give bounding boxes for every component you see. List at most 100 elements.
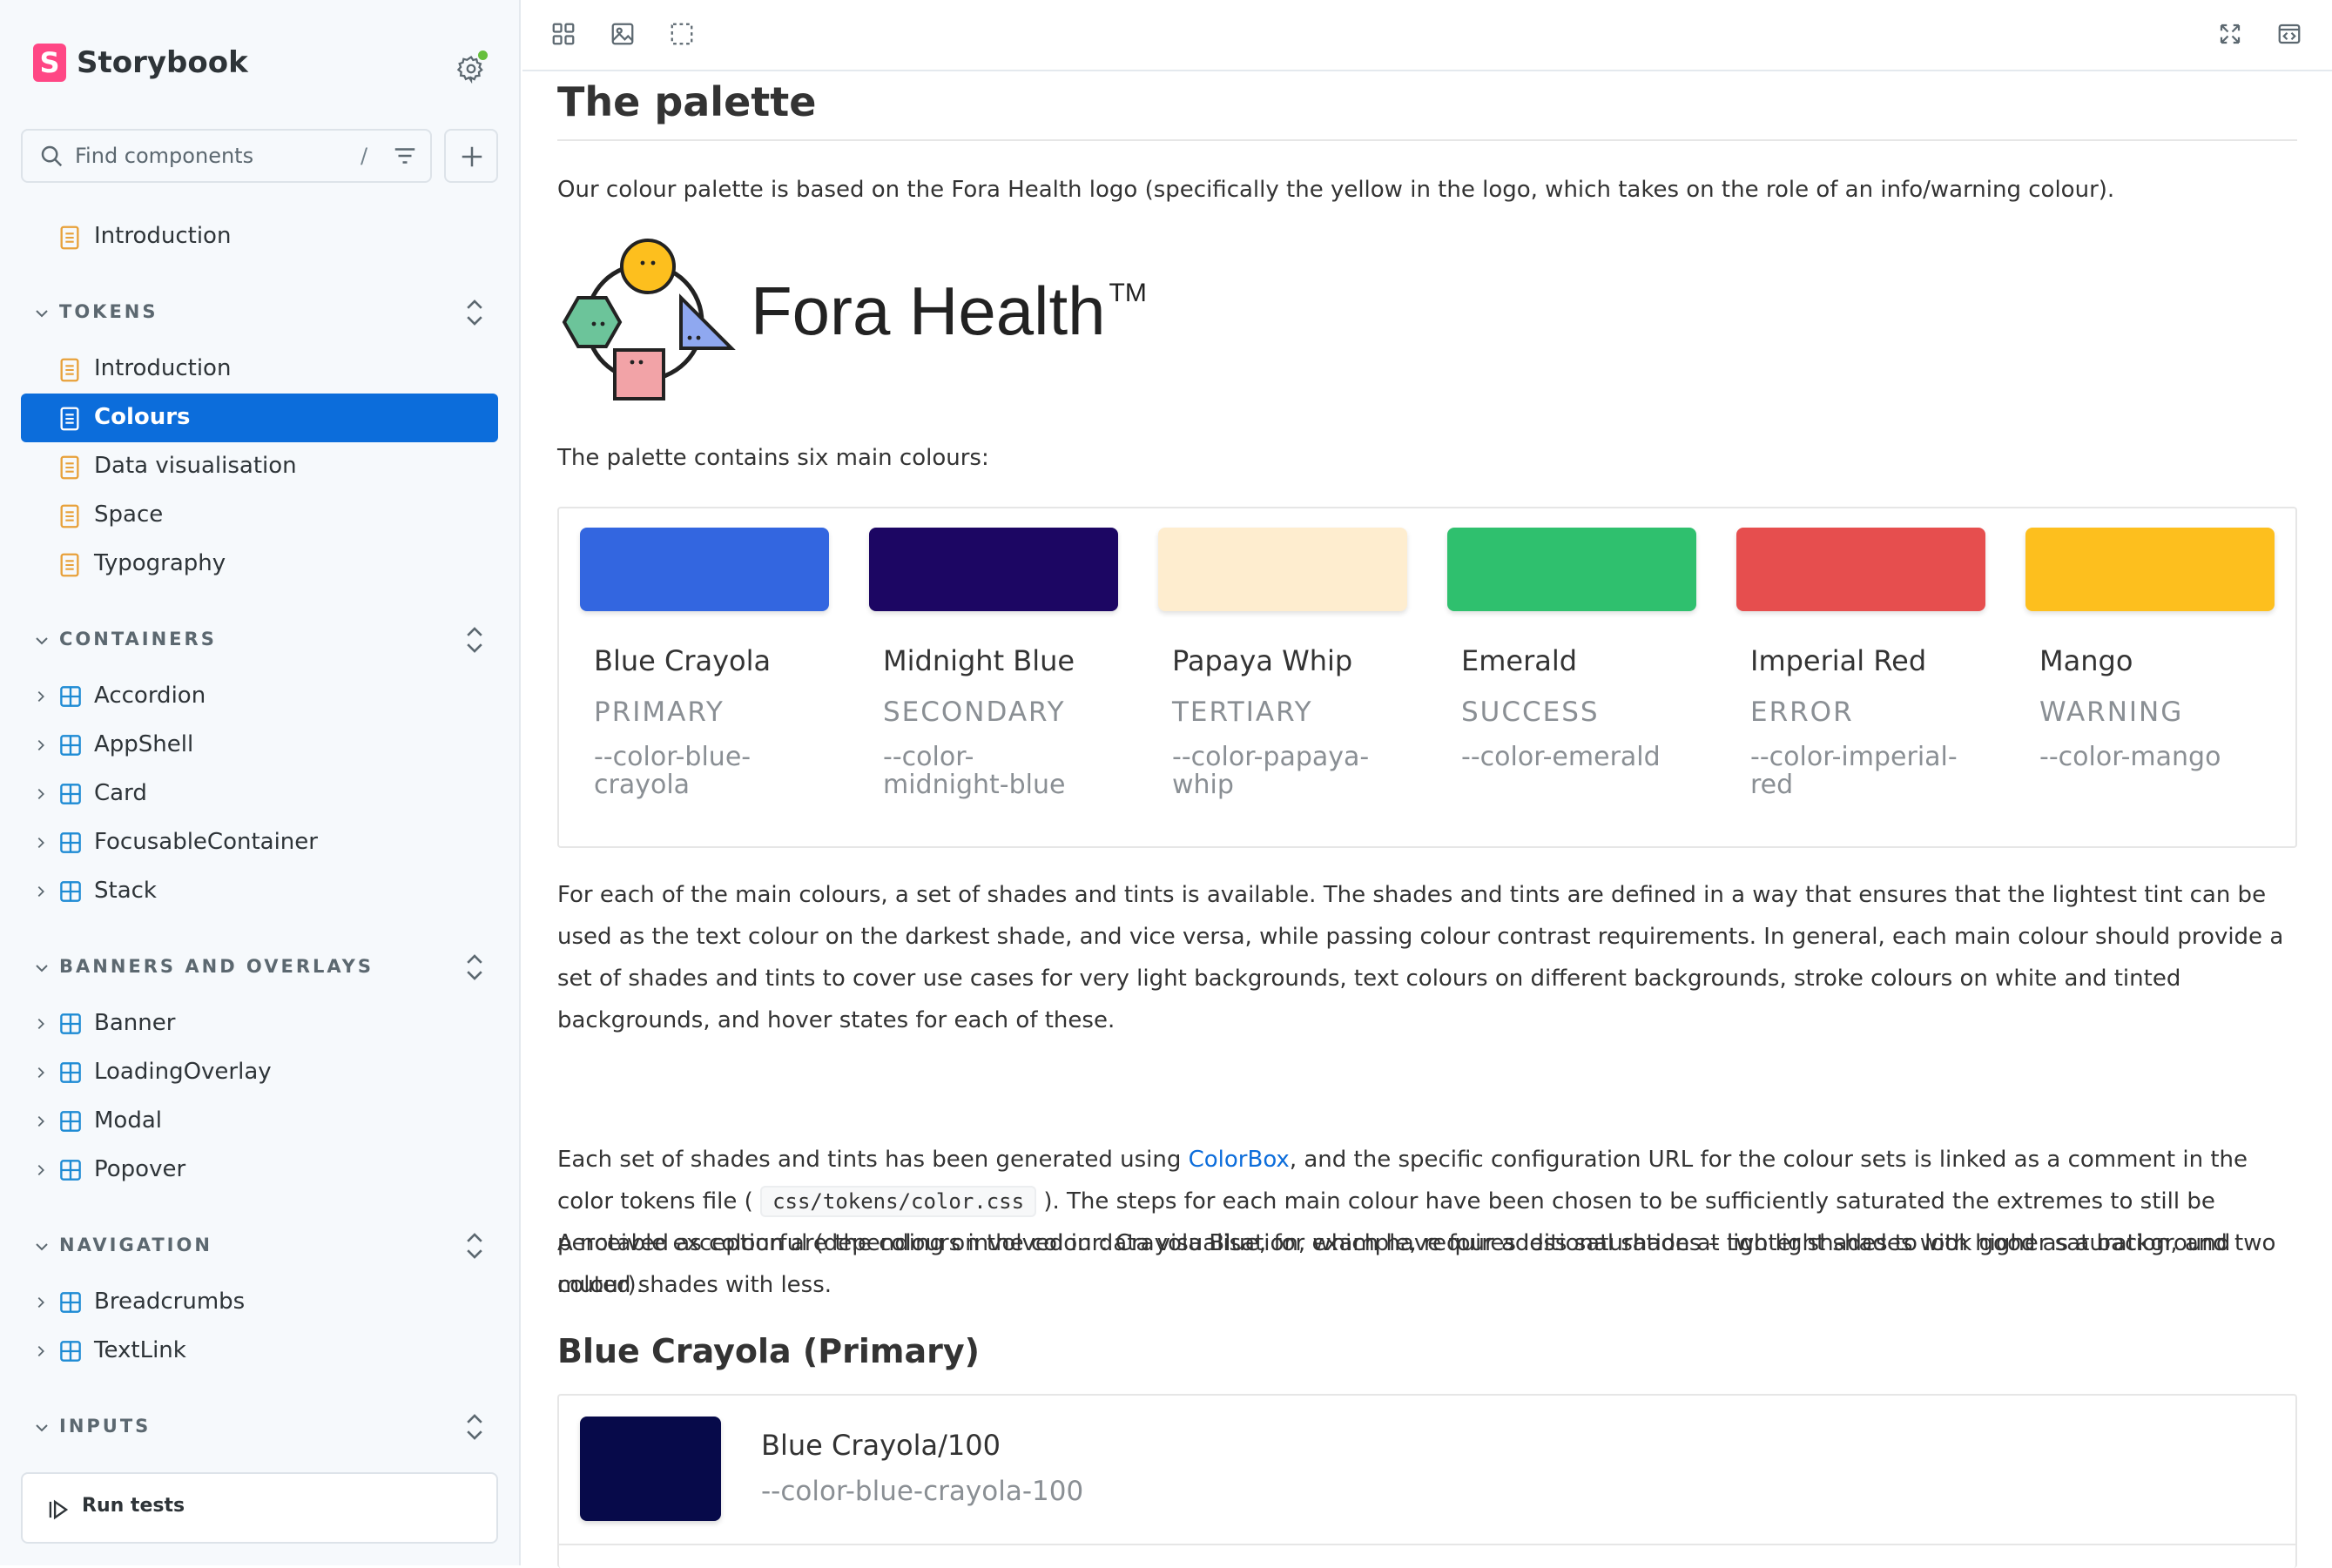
- group-navigation[interactable]: NAVIGATION: [21, 1229, 498, 1264]
- color-variable: --color-imperial-red: [1750, 742, 1958, 800]
- component-icon: [60, 1341, 81, 1362]
- group-tokens[interactable]: TOKENS: [21, 296, 498, 331]
- section-heading: Blue Crayola (Primary): [557, 1332, 981, 1370]
- sidebar-item-tokens-introduction[interactable]: Introduction: [21, 345, 498, 394]
- sidebar-item-colours[interactable]: Colours: [21, 394, 498, 442]
- sidebar-item-label: Card: [94, 780, 147, 806]
- color-name: Imperial Red: [1750, 644, 1927, 677]
- color-swatch: [1158, 528, 1407, 611]
- shade-variable: --color-blue-crayola-100: [761, 1476, 1084, 1507]
- sidebar-item-label: LoadingOverlay: [94, 1059, 272, 1085]
- sidebar-item-accordion[interactable]: Accordion: [21, 672, 498, 721]
- sidebar-item-focusablecontainer[interactable]: FocusableContainer: [21, 818, 498, 867]
- search-placeholder: Find components: [75, 144, 254, 168]
- expand-collapse-icon[interactable]: [463, 952, 486, 982]
- plus-icon: [462, 146, 482, 167]
- color-swatch: [869, 528, 1118, 611]
- palette-item: Imperial Red ERROR --color-imperial-red: [1736, 528, 1985, 799]
- palette-intro: The palette contains six main colours:: [557, 445, 989, 471]
- group-label: INPUTS: [59, 1416, 152, 1437]
- filter-icon[interactable]: [392, 143, 418, 169]
- sidebar-item-stack[interactable]: Stack: [21, 867, 498, 916]
- sidebar-item-label: AppShell: [94, 731, 194, 757]
- chevron-down-icon: [36, 637, 48, 645]
- group-containers[interactable]: CONTAINERS: [21, 623, 498, 658]
- search-shortcut: /: [361, 144, 368, 168]
- color-name: Mango: [2039, 644, 2133, 677]
- colorbox-link[interactable]: ColorBox: [1189, 1147, 1290, 1173]
- storybook-brand[interactable]: S Storybook: [33, 44, 248, 82]
- palette-item: Emerald SUCCESS --color-emerald: [1447, 528, 1696, 771]
- group-label: CONTAINERS: [59, 629, 217, 649]
- group-label: BANNERS AND OVERLAYS: [59, 956, 374, 977]
- sidebar-item-label: Banner: [94, 1010, 176, 1036]
- chevron-right-icon: [37, 1345, 44, 1357]
- chevron-right-icon: [37, 1115, 44, 1127]
- chevron-down-icon: [36, 1424, 48, 1432]
- grid-icon[interactable]: [550, 21, 576, 47]
- component-icon: [60, 784, 81, 804]
- shade-name: Blue Crayola/100: [761, 1429, 1001, 1462]
- group-banners-and-overlays[interactable]: BANNERS AND OVERLAYS: [21, 951, 498, 986]
- sidebar-item-loadingoverlay[interactable]: LoadingOverlay: [21, 1048, 498, 1097]
- intro-paragraph: Our colour palette is based on the Fora …: [557, 177, 2115, 203]
- sidebar-item-space[interactable]: Space: [21, 491, 498, 540]
- document-icon: [60, 407, 79, 431]
- page-title: The palette: [557, 78, 817, 125]
- fullscreen-icon[interactable]: [2217, 21, 2243, 47]
- image-icon[interactable]: [610, 21, 636, 47]
- color-role: ERROR: [1750, 697, 1854, 728]
- brand-name: Storybook: [77, 45, 248, 80]
- color-swatch: [580, 528, 829, 611]
- component-icon: [60, 832, 81, 853]
- color-name: Emerald: [1461, 644, 1578, 677]
- add-component-button[interactable]: [444, 129, 498, 183]
- group-label: NAVIGATION: [59, 1235, 212, 1255]
- chevron-down-icon: [36, 310, 48, 318]
- run-tests-button[interactable]: Run tests: [21, 1472, 498, 1544]
- color-role: TERTIARY: [1172, 697, 1313, 728]
- run-tests-label: Run tests: [82, 1495, 185, 1517]
- outline-icon[interactable]: [669, 21, 695, 47]
- sidebar-item-label: Data visualisation: [94, 453, 297, 479]
- color-variable: --color-mango: [2039, 742, 2221, 772]
- document-icon: [60, 358, 79, 382]
- play-icon: [49, 1499, 69, 1520]
- sidebar-item-typography[interactable]: Typography: [21, 540, 498, 589]
- open-in-new-tab-icon[interactable]: [2276, 21, 2302, 47]
- color-role: SUCCESS: [1461, 697, 1600, 728]
- search-icon: [41, 145, 63, 167]
- fora-health-logo-mark: [562, 239, 736, 400]
- sidebar-item-breadcrumbs[interactable]: Breadcrumbs: [21, 1278, 498, 1327]
- storybook-logo: S: [33, 44, 66, 82]
- sidebar-item-textlink[interactable]: TextLink: [21, 1327, 498, 1376]
- settings-button[interactable]: [453, 49, 489, 85]
- chevron-down-icon: [36, 965, 48, 972]
- sidebar-item-label: FocusableContainer: [94, 829, 318, 855]
- chevron-right-icon: [37, 837, 44, 849]
- expand-collapse-icon[interactable]: [463, 625, 486, 655]
- group-inputs[interactable]: INPUTS: [21, 1410, 498, 1445]
- document-icon: [60, 504, 79, 528]
- fora-health-wordmark: Fora Health TM: [751, 272, 1147, 351]
- expand-collapse-icon[interactable]: [463, 1231, 486, 1261]
- search-input[interactable]: Find components /: [21, 129, 432, 183]
- sidebar-item-data-visualisation[interactable]: Data visualisation: [21, 442, 498, 491]
- sidebar-item-card[interactable]: Card: [21, 770, 498, 818]
- sidebar-item-modal[interactable]: Modal: [21, 1097, 498, 1146]
- expand-collapse-icon[interactable]: [463, 298, 486, 327]
- component-icon: [60, 881, 81, 902]
- sidebar-item-introduction[interactable]: Introduction: [21, 212, 498, 261]
- chevron-right-icon: [37, 690, 44, 703]
- palette-item: Blue Crayola PRIMARY --color-blue-crayol…: [580, 528, 829, 799]
- sidebar-item-label: Space: [94, 501, 164, 528]
- chevron-right-icon: [37, 1018, 44, 1030]
- sidebar-item-label: TextLink: [94, 1337, 186, 1363]
- sidebar-item-popover[interactable]: Popover: [21, 1146, 498, 1195]
- sidebar-item-banner[interactable]: Banner: [21, 999, 498, 1048]
- color-variable: --color-papaya-whip: [1172, 742, 1370, 800]
- component-icon: [60, 1292, 81, 1313]
- expand-collapse-icon[interactable]: [463, 1412, 486, 1442]
- sidebar-item-appshell[interactable]: AppShell: [21, 721, 498, 770]
- document-icon: [60, 553, 79, 577]
